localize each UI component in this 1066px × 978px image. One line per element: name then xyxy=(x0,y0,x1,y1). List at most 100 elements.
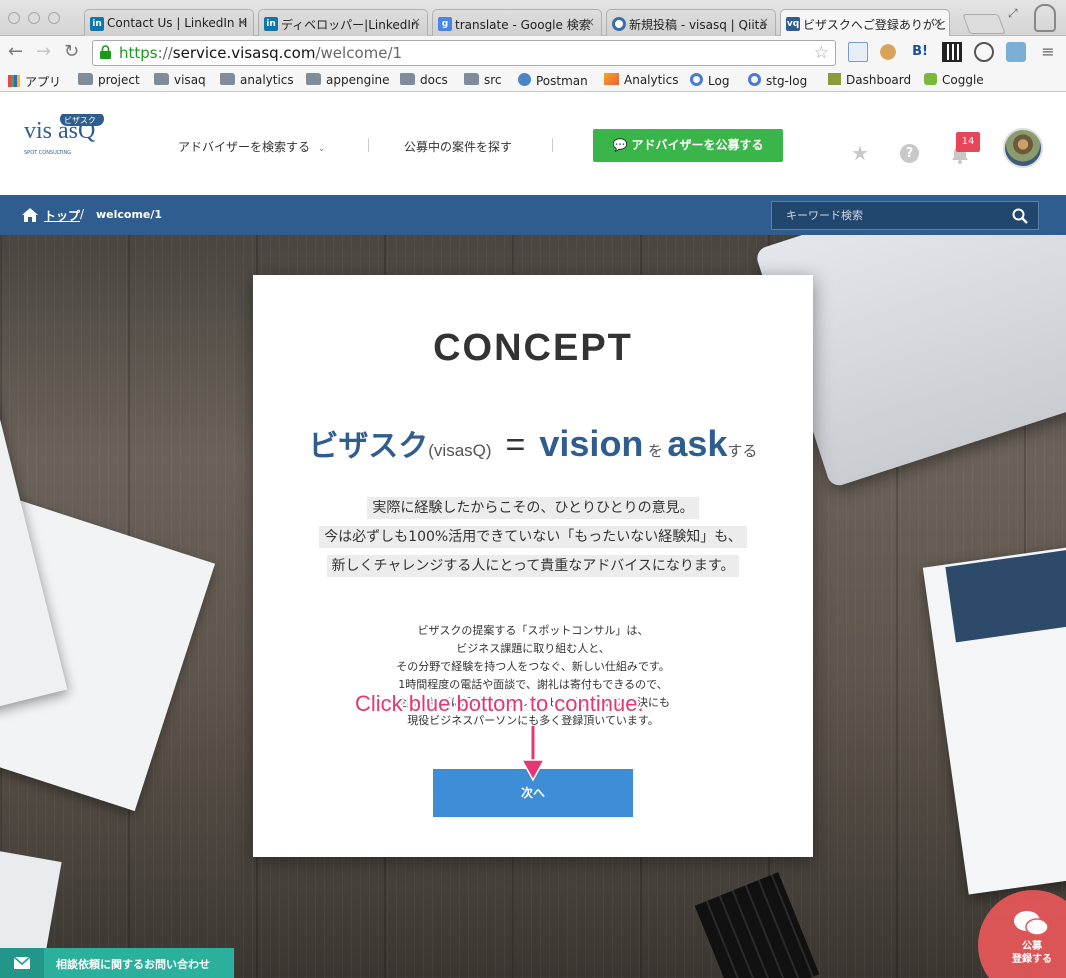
window-zoom-button[interactable] xyxy=(48,12,60,24)
keyword-search-input[interactable] xyxy=(772,202,1002,229)
tutorial-annotation: Click blue bottom to continue. xyxy=(355,691,644,716)
breadcrumb-current: welcome/1 xyxy=(96,208,163,221)
bookmark-label: Dashboard xyxy=(846,73,912,87)
tab-close-icon[interactable]: × xyxy=(759,15,769,29)
globe-icon xyxy=(518,73,531,86)
tab-close-icon[interactable]: × xyxy=(237,15,247,29)
profile-icon[interactable] xyxy=(1034,4,1056,32)
user-avatar[interactable] xyxy=(1003,128,1043,168)
search-icon[interactable] xyxy=(1012,208,1028,224)
breadcrumb-home-link[interactable]: トップ xyxy=(44,207,80,224)
breadcrumb-separator: / xyxy=(80,207,85,221)
camera-icon[interactable] xyxy=(1006,42,1026,62)
url-scheme: https xyxy=(119,44,158,62)
mail-icon xyxy=(0,948,44,978)
qr-code-icon[interactable] xyxy=(942,42,962,62)
folder-icon xyxy=(306,73,321,85)
nav-search-advisors[interactable]: アドバイザーを検索する ⌄ xyxy=(178,138,325,155)
body-line: ビザスクの提案する「スポットコンサル」は、 xyxy=(417,624,649,637)
tagline-vision: vision xyxy=(539,423,644,464)
browser-tab[interactable]: in ディベロッパー|LinkedIn × xyxy=(258,9,428,37)
chat-bubble-icon: 💬 xyxy=(612,138,628,152)
bookmark-docs[interactable]: docs xyxy=(400,73,448,87)
hatena-bookmark-icon[interactable]: B! xyxy=(910,42,930,62)
concept-heading: CONCEPT xyxy=(433,327,633,369)
clock-icon[interactable] xyxy=(974,42,994,62)
bookmark-label: analytics xyxy=(240,73,294,87)
bookmark-analytics[interactable]: Analytics xyxy=(604,73,679,87)
fullscreen-icon[interactable]: ⤢ xyxy=(1008,6,1018,21)
browser-tab[interactable]: 新規投稿 - visasq | Qiita × xyxy=(606,9,776,37)
lead-line: 今は必ずしも100%活用できていない「もったいない経験知」も、 xyxy=(253,526,813,548)
address-bar[interactable]: https://service.visasq.com/welcome/1 ☆ xyxy=(92,40,836,66)
keyword-search xyxy=(771,201,1039,230)
analytics-icon xyxy=(604,73,619,85)
window-close-button[interactable] xyxy=(8,12,20,24)
bookmark-label: アプリ xyxy=(25,75,62,89)
fab-line1: 公募 xyxy=(1022,941,1042,952)
help-icon[interactable]: ? xyxy=(900,144,919,163)
bookmark-label: Postman xyxy=(536,74,588,88)
bookmarks-bar: アプリ project visaq analytics appengine do… xyxy=(0,70,1066,92)
bookmark-analytics-folder[interactable]: analytics xyxy=(220,73,294,87)
home-icon[interactable] xyxy=(22,208,38,222)
bookmark-stg-log[interactable]: stg-log xyxy=(748,73,807,88)
qiita-icon xyxy=(612,17,626,31)
nav-find-projects[interactable]: 公募中の案件を探す xyxy=(404,138,512,155)
bookmark-project[interactable]: project xyxy=(78,73,140,87)
browser-tab-active[interactable]: vq ビザスクへご登録ありがと × xyxy=(780,9,950,37)
bookmark-log[interactable]: Log xyxy=(690,73,729,88)
tab-close-icon[interactable]: × xyxy=(585,15,595,29)
browser-tab[interactable]: in Contact Us | LinkedIn H × xyxy=(84,9,254,37)
body-line: その分野で経験を持つ人をつなぐ、新しい仕組みです。 xyxy=(396,660,670,673)
folder-icon xyxy=(464,73,479,85)
browser-tab-bar: in Contact Us | LinkedIn H × in ディベロッパー|… xyxy=(0,0,1066,37)
url-separator: :// xyxy=(157,44,173,62)
contact-inquiry-bar[interactable]: 相談依頼に関するお問い合わせ xyxy=(0,948,234,978)
menu-icon[interactable]: ≡ xyxy=(1038,42,1058,62)
google-icon: g xyxy=(438,17,452,31)
tab-close-icon[interactable]: × xyxy=(411,15,421,29)
logo-subtext: SPOT CONSULTING xyxy=(24,150,71,156)
cta-label: アドバイザーを公募する xyxy=(631,138,764,152)
bookmark-star-icon[interactable]: ☆ xyxy=(814,41,829,65)
log-icon xyxy=(690,73,703,86)
tab-close-icon[interactable]: × xyxy=(933,15,943,29)
tagline-wo: を xyxy=(647,443,663,460)
reload-icon[interactable]: ↻ xyxy=(64,42,79,62)
bookmark-appengine[interactable]: appengine xyxy=(306,73,390,87)
visasq-logo[interactable]: vis asQ ビザスク SPOT CONSULTING xyxy=(24,114,134,164)
body-line: ビジネス課題に取り組む人と、 xyxy=(456,642,610,655)
new-tab-button[interactable] xyxy=(962,14,1006,34)
bookmark-label: project xyxy=(98,73,140,87)
nav-find-projects-label: 公募中の案件を探す xyxy=(404,140,513,154)
forward-arrow-icon[interactable]: → xyxy=(36,42,51,62)
bookmark-src[interactable]: src xyxy=(464,73,502,87)
tagline-equals: = xyxy=(505,426,526,464)
nav-search-advisors-label: アドバイザーを検索する xyxy=(178,140,311,154)
lead-text: 今は必ずしも100%活用できていない「もったいない経験知」も、 xyxy=(319,526,747,548)
folder-extension-icon[interactable] xyxy=(848,42,868,62)
tagline-brand-paren: (visasQ) xyxy=(428,441,492,460)
visasq-icon: vq xyxy=(786,17,800,31)
linkedin-icon: in xyxy=(90,17,104,31)
bookmark-label: Coggle xyxy=(942,73,984,87)
bookmark-postman[interactable]: Postman xyxy=(518,73,588,88)
bookmark-visaq[interactable]: visaq xyxy=(154,73,206,87)
cookie-icon[interactable] xyxy=(878,42,898,62)
favorites-star-icon[interactable]: ★ xyxy=(851,141,869,165)
browser-tab[interactable]: g translate - Google 検索 × xyxy=(432,9,602,37)
tab-title: translate - Google 検索 xyxy=(455,18,591,32)
bookmark-dashboard[interactable]: Dashboard xyxy=(828,73,911,87)
back-arrow-icon[interactable]: ← xyxy=(8,42,23,62)
folder-icon xyxy=(78,73,93,85)
contact-inquiry-label: 相談依頼に関するお問い合わせ xyxy=(56,958,210,971)
post-advisor-request-button[interactable]: 💬 アドバイザーを公募する xyxy=(593,129,783,162)
bookmark-apps[interactable]: アプリ xyxy=(8,73,61,90)
bookmark-coggle[interactable]: Coggle xyxy=(924,73,984,87)
window-minimize-button[interactable] xyxy=(28,12,40,24)
fab-line2: 登録する xyxy=(1012,954,1052,965)
tab-title: ビザスクへご登録ありがと xyxy=(803,18,947,32)
concept-tagline: ビザスク(visasQ) = vision を askする xyxy=(253,421,813,465)
tagline-ask: ask xyxy=(667,423,728,464)
